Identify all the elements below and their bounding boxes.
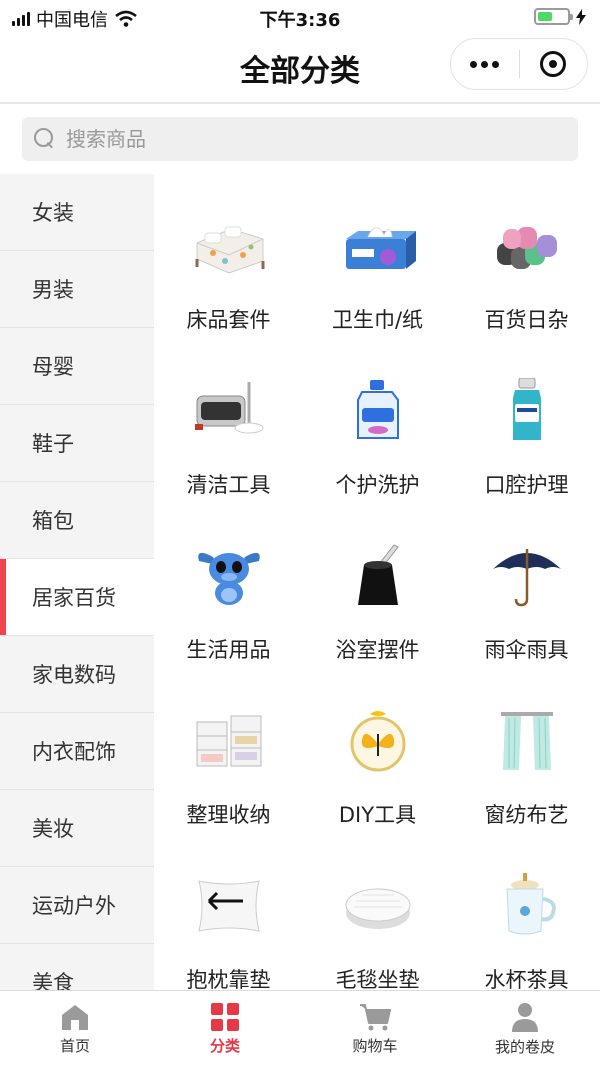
category-label: 百货日杂 xyxy=(484,308,569,332)
category-oral-care[interactable]: 口腔护理 xyxy=(452,371,600,536)
category-label: 毛毯坐垫 xyxy=(335,968,420,990)
search-icon xyxy=(34,128,56,150)
sidebar-item-beauty[interactable]: 美妆 xyxy=(0,790,154,867)
search-box[interactable] xyxy=(22,117,578,161)
sidebar-item-label: 箱包 xyxy=(32,509,74,533)
category-blankets[interactable]: 毛毯坐垫 xyxy=(303,866,452,990)
garbage-bags-icon xyxy=(482,206,572,284)
tab-cart[interactable]: 购物车 xyxy=(300,991,450,1067)
bedding-icon xyxy=(184,206,274,284)
sidebar-item-label: 美妆 xyxy=(32,817,74,841)
tab-label: 首页 xyxy=(59,1036,90,1055)
category-label: 床品套件 xyxy=(186,308,271,332)
category-tissue[interactable]: 卫生巾/纸 xyxy=(303,206,452,371)
category-curtains[interactable]: 窗纺布艺 xyxy=(452,701,600,866)
detergent-icon xyxy=(333,371,423,449)
toilet-brush-icon xyxy=(333,536,423,614)
category-pillows[interactable]: 抱枕靠垫 xyxy=(154,866,303,990)
user-icon xyxy=(512,1002,538,1032)
category-bedding[interactable]: 床品套件 xyxy=(154,206,303,371)
category-label: 雨伞雨具 xyxy=(484,638,569,662)
tab-profile[interactable]: 我的卷皮 xyxy=(450,991,600,1067)
search-section xyxy=(0,104,600,174)
tab-home[interactable]: 首页 xyxy=(0,991,150,1067)
category-grid-panel: 床品套件 卫生巾/纸 百货日杂 清洁工具 个护洗护 口腔护理 生活用品 浴室摆件… xyxy=(154,174,600,990)
category-label: 生活用品 xyxy=(186,638,271,662)
sidebar-item-bags[interactable]: 箱包 xyxy=(0,482,154,559)
sidebar-item-label: 家电数码 xyxy=(32,663,116,687)
category-grid: 床品套件 卫生巾/纸 百货日杂 清洁工具 个护洗护 口腔护理 生活用品 浴室摆件… xyxy=(154,174,600,990)
embroidery-hoop-icon xyxy=(333,701,423,779)
storage-drawers-icon xyxy=(184,701,274,779)
sidebar-item-food[interactable]: 美食 xyxy=(0,944,154,990)
status-bar: 中国电信 下午3:36 xyxy=(0,0,600,34)
category-label: 个护洗护 xyxy=(335,473,420,497)
sidebar-item-women[interactable]: 女装 xyxy=(0,174,154,251)
sidebar-item-label: 居家百货 xyxy=(32,586,116,610)
tab-category[interactable]: 分类 xyxy=(150,991,300,1067)
pillow-icon xyxy=(184,866,274,944)
sidebar-item-label: 内衣配饰 xyxy=(32,740,116,764)
category-umbrella[interactable]: 雨伞雨具 xyxy=(452,536,600,701)
nav-bar: 全部分类 xyxy=(0,34,600,102)
tab-label: 分类 xyxy=(209,1036,240,1055)
curtain-icon xyxy=(482,701,572,779)
category-personal-care[interactable]: 个护洗护 xyxy=(303,371,452,536)
sidebar-item-baby[interactable]: 母婴 xyxy=(0,328,154,405)
umbrella-icon xyxy=(482,536,572,614)
close-button[interactable] xyxy=(520,51,588,77)
category-cups[interactable]: 水杯茶具 xyxy=(452,866,600,990)
sidebar-item-shoes[interactable]: 鞋子 xyxy=(0,405,154,482)
category-label: 水杯茶具 xyxy=(484,968,569,990)
category-label: 窗纺布艺 xyxy=(484,803,569,827)
miniprogram-capsule xyxy=(450,38,588,90)
category-diy[interactable]: DIY工具 xyxy=(303,701,452,866)
category-label: 抱枕靠垫 xyxy=(186,968,271,990)
tab-label: 我的卷皮 xyxy=(494,1037,555,1056)
category-label: 浴室摆件 xyxy=(335,638,420,662)
category-sidebar: 女装 男装 母婴 鞋子 箱包 居家百货 家电数码 内衣配饰 美妆 运动户外 美食 xyxy=(0,174,154,990)
category-label: 清洁工具 xyxy=(186,473,271,497)
tab-label: 购物车 xyxy=(352,1036,398,1055)
clock: 下午3:36 xyxy=(259,10,341,31)
category-label: 口腔护理 xyxy=(484,473,569,497)
category-storage[interactable]: 整理收纳 xyxy=(154,701,303,866)
category-sundries[interactable]: 百货日杂 xyxy=(452,206,600,371)
bottom-tab-bar: 首页 分类 购物车 我的卷皮 xyxy=(0,990,600,1067)
sidebar-item-label: 美食 xyxy=(32,971,74,990)
category-label: 整理收纳 xyxy=(186,803,271,827)
close-ring-icon xyxy=(540,51,567,77)
sidebar-item-sports[interactable]: 运动户外 xyxy=(0,867,154,944)
sidebar-item-label: 母婴 xyxy=(32,355,74,379)
home-icon xyxy=(62,1004,88,1030)
category-label: 卫生巾/纸 xyxy=(331,308,424,332)
plush-toy-icon xyxy=(184,536,274,614)
search-input[interactable] xyxy=(66,127,546,151)
sidebar-item-label: 男装 xyxy=(32,278,74,302)
mop-bucket-icon xyxy=(184,371,274,449)
battery-icon xyxy=(534,8,573,25)
category-cleaning[interactable]: 清洁工具 xyxy=(154,371,303,536)
cushion-icon xyxy=(333,866,423,944)
category-daily-use[interactable]: 生活用品 xyxy=(154,536,303,701)
sidebar-item-electronics[interactable]: 家电数码 xyxy=(0,636,154,713)
mug-icon xyxy=(482,866,572,944)
sidebar-item-label: 女装 xyxy=(32,201,74,225)
grid-icon xyxy=(211,1002,239,1031)
more-options-button[interactable] xyxy=(451,60,519,68)
mouthwash-icon xyxy=(482,371,572,449)
category-bathroom[interactable]: 浴室摆件 xyxy=(303,536,452,701)
tissue-icon xyxy=(333,206,423,284)
category-label: DIY工具 xyxy=(338,803,417,827)
sidebar-item-home-goods[interactable]: 居家百货 xyxy=(0,559,154,636)
cart-icon xyxy=(360,1003,391,1030)
charging-icon xyxy=(576,8,586,25)
sidebar-item-label: 运动户外 xyxy=(32,894,116,918)
sidebar-item-label: 鞋子 xyxy=(32,432,74,456)
sidebar-item-underwear[interactable]: 内衣配饰 xyxy=(0,713,154,790)
sidebar-item-men[interactable]: 男装 xyxy=(0,251,154,328)
